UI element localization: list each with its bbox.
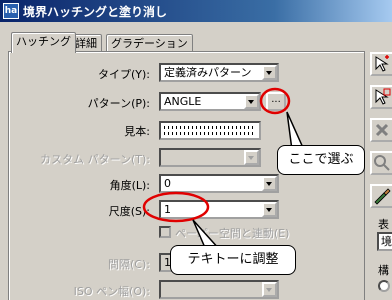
inherit-properties-button[interactable] [370, 184, 392, 208]
add-pick-points-button[interactable] [370, 52, 392, 76]
hatch-app-icon: ha [3, 3, 19, 19]
remove-boundaries-button[interactable] [370, 118, 392, 142]
title-bar: ha 境界ハッチングと塗り消し [0, 0, 392, 22]
window-title: 境界ハッチングと塗り消し [23, 5, 168, 19]
select-objects-icon [375, 88, 391, 105]
tab-hatching[interactable]: ハッチング [11, 32, 76, 53]
magnifier-icon [374, 155, 390, 171]
view-selections-button[interactable] [370, 151, 392, 175]
add-select-objects-button[interactable] [370, 85, 392, 109]
pick-points-icon [375, 55, 389, 72]
composition-label: 構 [378, 264, 389, 277]
draw-order-field[interactable]: 境 [377, 232, 392, 251]
composition-radio[interactable] [378, 280, 390, 292]
pattern-callout: ここで選ぶ [277, 145, 365, 175]
draw-order-label: 表 [378, 218, 389, 231]
scale-callout: テキトーに調整 [170, 245, 296, 275]
brush-icon [374, 188, 391, 205]
tab-gradient[interactable]: グラデーション [106, 34, 193, 52]
remove-icon [375, 123, 389, 137]
